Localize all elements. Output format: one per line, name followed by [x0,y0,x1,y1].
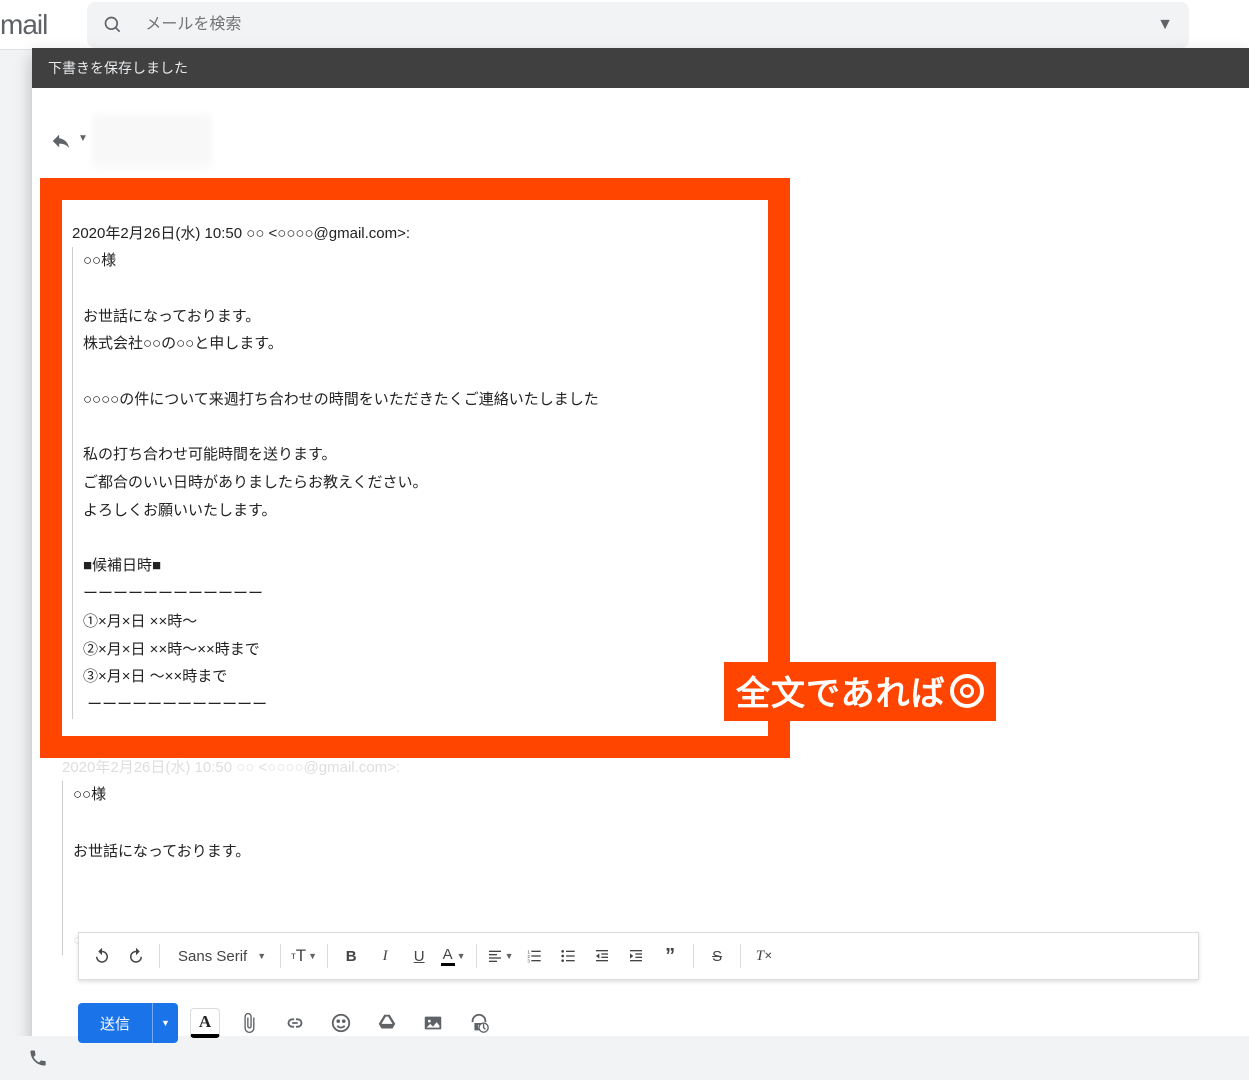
annotation-label: 全文であれば [724,662,996,721]
recipient-chip[interactable] [92,114,212,168]
bold-button[interactable]: B [336,940,366,972]
search-input[interactable] [143,15,1157,35]
underline-button[interactable]: U [404,940,434,972]
reply-icon[interactable] [50,130,72,152]
quote-line: ○○様 [73,781,589,810]
undo-button[interactable] [87,940,117,972]
attach-icon[interactable] [232,1006,266,1040]
font-size-button[interactable]: тT▼ [289,940,319,972]
quote-line: ■候補日時■ [83,552,758,580]
svg-text:3: 3 [527,959,530,964]
compose-action-bar: 送信 ▼ A [78,996,1199,1050]
quote-line: お世話になっております。 [73,838,589,867]
send-options-button[interactable]: ▼ [152,1003,178,1043]
confidential-icon[interactable] [462,1006,496,1040]
emoji-icon[interactable] [324,1006,358,1040]
drive-icon[interactable] [370,1006,404,1040]
app-header: mail ▼ [0,0,1249,50]
search-icon [103,15,123,35]
quote-line: 株式会社○○の○○と申します。 [83,330,758,358]
italic-button[interactable]: I [370,940,400,972]
quoted-header: 2020年2月26日(水) 10:50 ○○ <○○○○@gmail.com>: [72,222,758,243]
dropdown-icon[interactable]: ▼ [1157,16,1173,34]
search-bar[interactable]: ▼ [87,2,1189,48]
clear-formatting-button[interactable]: T✕ [749,940,779,972]
indent-button[interactable] [621,940,651,972]
gmail-logo: mail [0,9,67,41]
quote-line: お世話になっております。 [83,303,758,331]
quote-line: ②×月×日 ××時〜××時まで [83,636,758,664]
numbered-list-button[interactable]: 123 [519,940,549,972]
quote-line: 私の打ち合わせ可能時間を送ります。 [83,441,758,469]
quote-line: ○○様 [83,247,758,275]
photo-icon[interactable] [416,1006,450,1040]
annotation-text: 全文であれば [736,666,946,715]
quote-line: ①×月×日 ××時〜 [83,608,758,636]
align-button[interactable]: ▼ [485,940,515,972]
duplicate-quote: 2020年2月26日(水) 10:50 ○○ <○○○○@gmail.com>:… [62,756,589,955]
quoted-body: ○○様 お世話になっております。 株式会社○○の○○と申します。 ○○○○の件に… [72,247,758,719]
quote-line: ③×月×日 〜××時まで [83,663,758,691]
strikethrough-button[interactable]: S [702,940,732,972]
outdent-button[interactable] [587,940,617,972]
quote-header-dup: 2020年2月26日(水) 10:50 ○○ <○○○○@gmail.com>: [62,756,589,777]
quote-line: よろしくお願いいたします。 [83,497,758,525]
quote-line: ーーーーーーーーーーーー [83,691,758,719]
reply-recipient-row[interactable]: ▼ [32,88,1249,178]
blockquote-button[interactable]: ” [655,940,685,972]
bullet-list-button[interactable] [553,940,583,972]
redo-button[interactable] [121,940,151,972]
text-style-button[interactable]: A [190,1008,220,1038]
formatting-toolbar: Sans Serif▼ тT▼ B I U A▼ ▼ 123 ” S T✕ [78,932,1199,980]
quote-line: ○○○○の件について来週打ち合わせの時間をいただきたくご連絡いたしました [83,386,758,414]
send-button-group: 送信 ▼ [78,1003,178,1043]
font-select[interactable]: Sans Serif▼ [168,948,272,965]
annotation-frame: 2020年2月26日(水) 10:50 ○○ <○○○○@gmail.com>:… [40,178,790,758]
phone-icon[interactable] [28,1048,48,1068]
font-name: Sans Serif [178,948,247,965]
double-circle-icon [950,674,984,708]
compose-window: 下書きを保存しました ▼ 2020年2月26日(水) 10:50 ○○ <○○○… [32,48,1249,1080]
quote-line: ご都合のいい日時がありましたらお教えください。 [83,469,758,497]
text-color-button[interactable]: A▼ [438,940,468,972]
compose-body[interactable]: 2020年2月26日(水) 10:50 ○○ <○○○○@gmail.com>:… [32,178,1249,1080]
send-button[interactable]: 送信 [78,1003,152,1043]
compose-title-bar: 下書きを保存しました [32,48,1249,88]
quote-line: ーーーーーーーーーーーー [83,580,758,608]
link-icon[interactable] [278,1006,312,1040]
